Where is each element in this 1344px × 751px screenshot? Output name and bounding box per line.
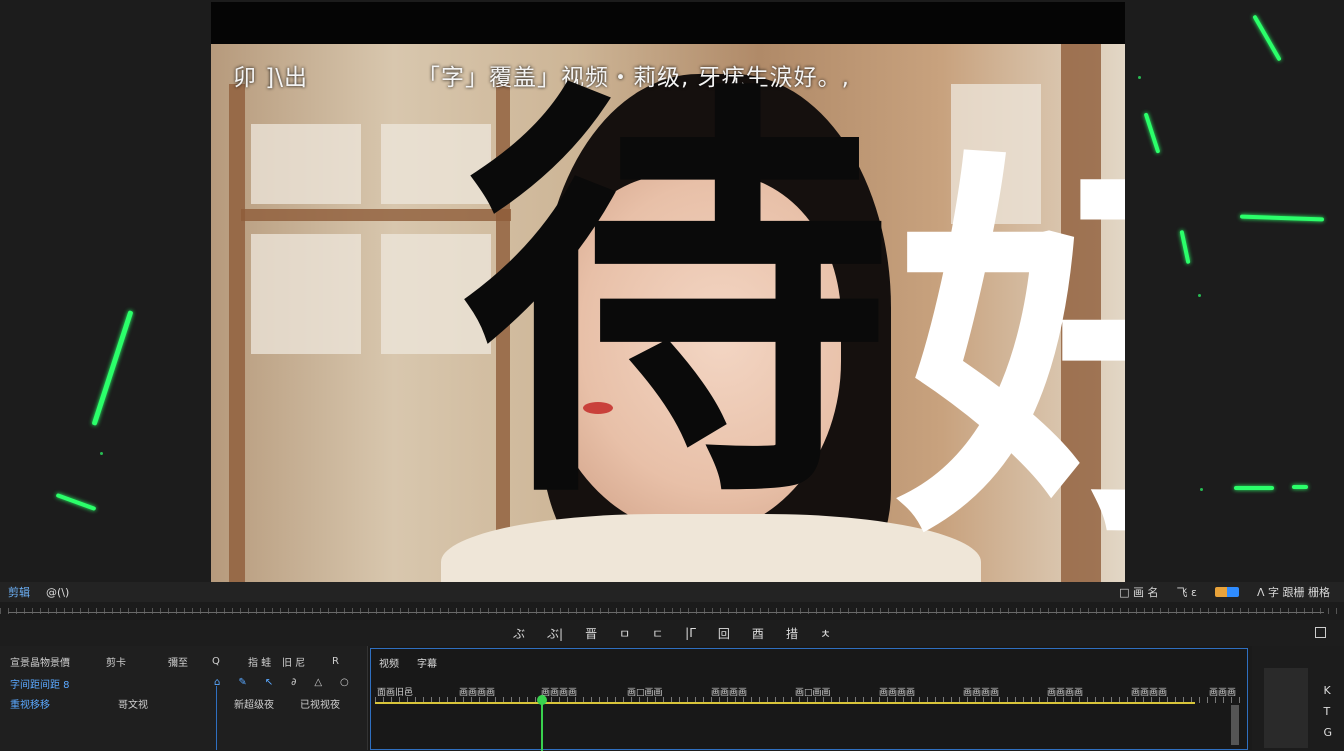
fullscreen-icon[interactable]	[1315, 627, 1326, 638]
transport-item[interactable]: 措	[786, 625, 798, 642]
color-badge-icon[interactable]	[1214, 587, 1239, 597]
transport-item[interactable]: 回	[718, 625, 730, 642]
video-preview: 卯 ]\出 「字」覆盖」视频・莉级, 牙疣生涙好。, 待 好	[211, 2, 1125, 582]
spark-dot	[1200, 488, 1203, 491]
panel-label[interactable]: 旧 尼	[282, 654, 305, 669]
overlay-char-black: 待	[461, 46, 891, 551]
spark	[1179, 229, 1191, 265]
transport-item[interactable]: 晋	[585, 625, 597, 642]
lower-panels: 宣景晶物景價 剪卡 彌至 Q 指 蛙 旧 尼 R 字间距间距 8 ⌂ ✎ ↖ ∂…	[0, 646, 1344, 751]
timeline-tab[interactable]: 视频	[379, 655, 399, 670]
timeline-tab[interactable]: 字幕	[417, 655, 437, 670]
tab-secondary[interactable]: @(\)	[38, 586, 77, 599]
lock-icon[interactable]: ⌂	[214, 677, 220, 688]
spark	[1234, 486, 1274, 490]
layer-label: 新超级夜	[234, 699, 274, 711]
brush-icon[interactable]: ∂	[291, 677, 296, 688]
spark	[55, 492, 97, 512]
right-panel: K T G	[1252, 646, 1344, 750]
spacing-label: 字间距间距 8	[10, 680, 70, 691]
panel-label[interactable]: 剪卡	[106, 654, 126, 669]
spark	[1252, 14, 1282, 62]
transport-item[interactable]: |Γ	[685, 626, 696, 640]
layer-label: 已视视夜	[300, 699, 340, 711]
spark	[91, 310, 134, 426]
transport-item[interactable]: ぶ|	[547, 625, 563, 642]
preview-thumb	[1264, 668, 1308, 748]
spark	[1239, 214, 1325, 222]
letterbox	[211, 2, 1125, 44]
text-icon[interactable]: T	[1323, 705, 1332, 718]
transport-controls: ぶ ぶ| 晋 ㅁ ㄷ |Γ 回 酉 措 ㅊ	[0, 620, 1344, 646]
transport-item[interactable]: ㄷ	[652, 625, 663, 642]
panel-label[interactable]: R	[332, 656, 339, 667]
toolbar-right-3[interactable]: Λ 字 跟栅 栅格	[1257, 584, 1330, 600]
playhead[interactable]	[537, 695, 547, 751]
layer-label: 哥文视	[118, 699, 148, 711]
transport-item[interactable]: ぶ	[513, 625, 525, 642]
toolbar-right-2[interactable]: 飞 ε	[1177, 584, 1197, 600]
toolbar-right-1[interactable]: □ 画 名	[1119, 584, 1158, 600]
circle-icon[interactable]: ○	[340, 677, 349, 688]
properties-panel: 宣景晶物景價 剪卡 彌至 Q 指 蛙 旧 尼 R 字间距间距 8 ⌂ ✎ ↖ ∂…	[0, 646, 368, 750]
layer-name[interactable]: 重视移移	[10, 696, 50, 711]
keyframe-icon[interactable]: K	[1323, 684, 1332, 697]
spark-dot	[100, 452, 103, 455]
tab-edit[interactable]: 剪辑	[0, 584, 38, 600]
editor-toolbar: 剪辑 @(\) □ 画 名 飞 ε Λ 字 跟栅 栅格	[0, 582, 1344, 602]
subtitle-left: 卯 ]\出	[233, 65, 309, 91]
search-icon[interactable]: Q	[212, 656, 220, 667]
panel-label[interactable]: 彌至	[168, 654, 188, 669]
transport-item[interactable]: ㅁ	[619, 625, 630, 642]
transport-item[interactable]: ㅊ	[820, 625, 831, 642]
shape-icon[interactable]: △	[314, 677, 322, 688]
preview-stage: 卯 ]\出 「字」覆盖」视频・莉级, 牙疣生涙好。, 待 好	[0, 0, 1344, 582]
track-clip[interactable]	[375, 702, 1195, 704]
timeline-panel[interactable]: 视频 字幕 面画旧邑 画画画画 画画画画 画□画画 画画画画 画□画画 画画画画…	[370, 648, 1248, 751]
spark	[1143, 112, 1161, 154]
overlay-char-white: 好	[897, 117, 1125, 582]
pen-icon[interactable]: ✎	[238, 677, 246, 688]
spark	[1292, 485, 1308, 489]
arrow-icon[interactable]: ↖	[265, 677, 273, 688]
effect-icon[interactable]: G	[1323, 726, 1332, 739]
spark-dot	[1198, 294, 1201, 297]
vertical-scrollbar[interactable]	[1231, 705, 1239, 745]
panel-label[interactable]: 指 蛙	[248, 654, 271, 669]
divider	[216, 686, 217, 750]
spark-dot	[1138, 76, 1141, 79]
transport-item[interactable]: 酉	[752, 625, 764, 642]
panel-label: 宣景晶物景價	[10, 657, 70, 669]
scrub-bar[interactable]	[0, 602, 1344, 620]
